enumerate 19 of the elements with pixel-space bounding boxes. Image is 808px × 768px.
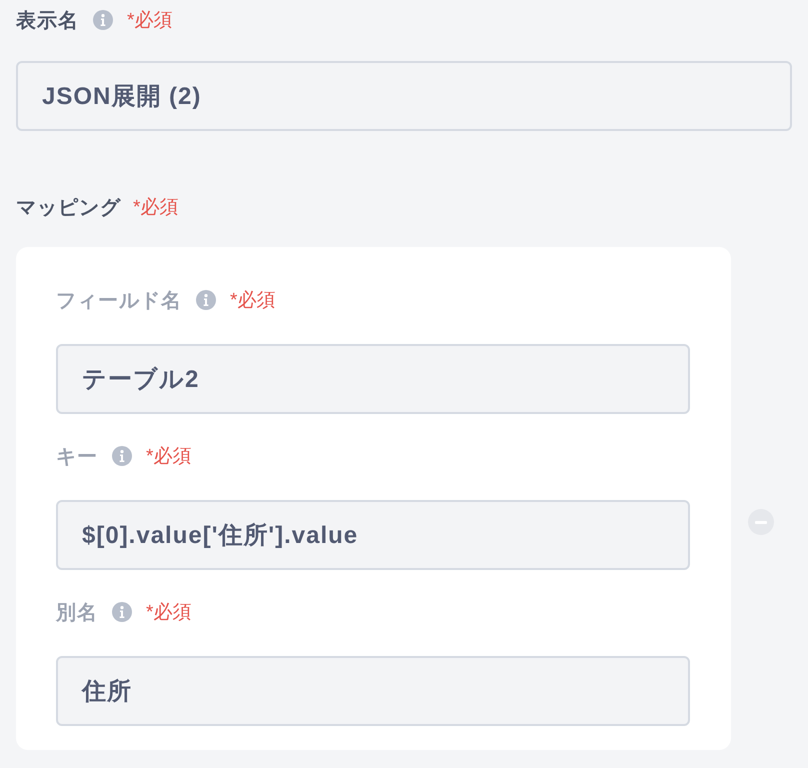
info-icon (93, 10, 113, 30)
info-icon (196, 290, 216, 310)
required-mark: *必須 (146, 601, 192, 625)
field-label: キー (56, 444, 98, 470)
field-label: 表示名 (16, 8, 79, 34)
text-field[interactable]: JSON展開 (2) (16, 61, 792, 131)
required-mark: *必須 (230, 289, 276, 313)
required-mark: *必須 (146, 445, 192, 469)
required-mark: *必須 (127, 9, 172, 33)
section-label: マッピング (16, 196, 121, 220)
remove-button[interactable] (748, 509, 774, 535)
field-label: フィールド名 (56, 288, 182, 314)
info-icon (112, 602, 132, 622)
text-field[interactable]: 住所 (56, 656, 690, 726)
info-icon (112, 446, 132, 466)
text-field[interactable]: $[0].value['住所'].value (56, 500, 690, 570)
text-field[interactable]: テーブル2 (56, 344, 690, 414)
required-mark: *必須 (133, 196, 178, 220)
field-label: 別名 (56, 600, 98, 626)
